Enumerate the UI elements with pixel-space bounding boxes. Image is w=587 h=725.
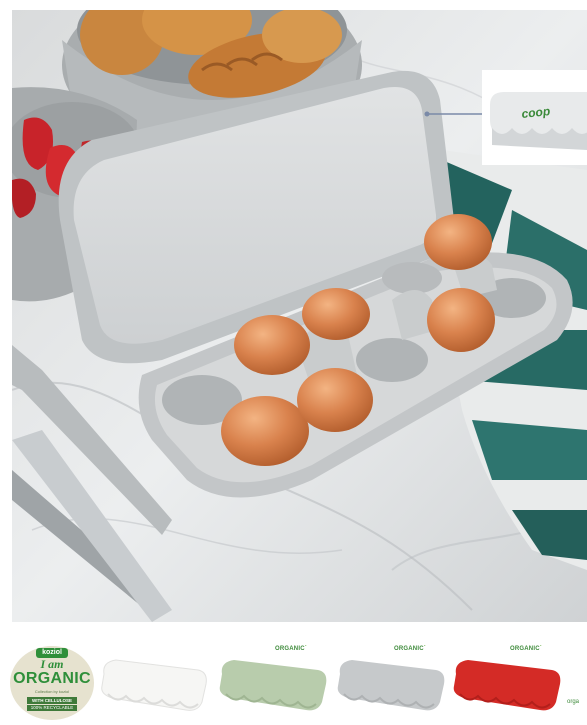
- coop-logo: coop: [521, 104, 551, 121]
- egg-box-grey: [334, 650, 448, 725]
- badge-recyclable: 100% RECYCLABLE: [27, 705, 77, 711]
- egg: [302, 288, 370, 340]
- egg: [427, 288, 495, 352]
- badge-cellulose: WITH CELLULOSE: [27, 697, 77, 704]
- egg-box-white: [98, 650, 210, 725]
- coop-tray-inset: coop: [482, 70, 587, 165]
- product-photo: coop: [12, 10, 587, 622]
- egg: [424, 214, 492, 270]
- egg: [297, 368, 373, 432]
- organic-text-cutoff: orga: [567, 699, 580, 705]
- egg: [221, 396, 309, 466]
- egg: [234, 315, 310, 375]
- organic-badge: koziol I am ORGANIC Collection by koziol…: [10, 646, 94, 720]
- egg-box-green: [216, 650, 330, 725]
- badge-organic: ORGANIC: [13, 670, 91, 687]
- badge-collection: Collection by koziol: [34, 689, 70, 694]
- egg-box-red: [450, 650, 564, 725]
